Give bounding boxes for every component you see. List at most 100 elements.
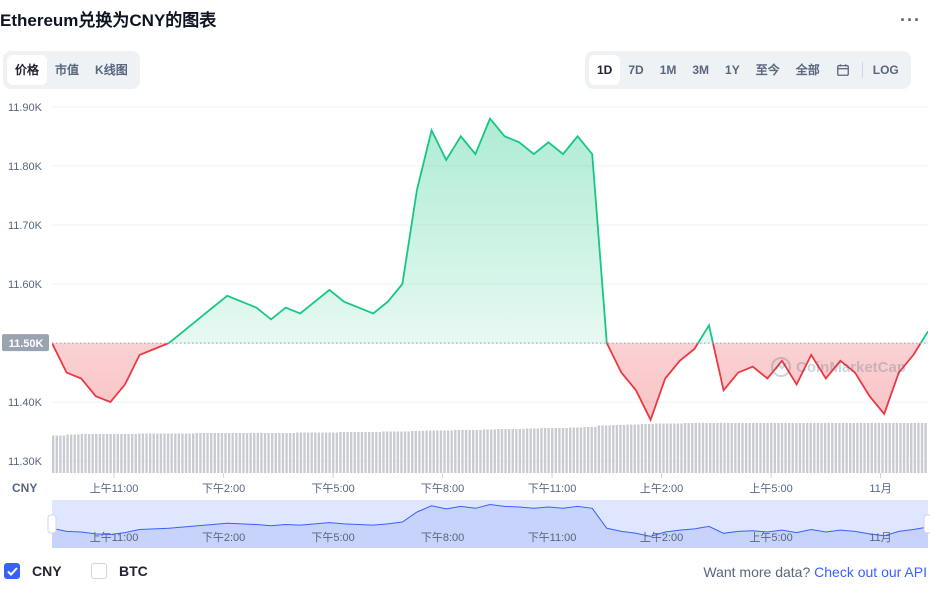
volume-bar — [317, 432, 321, 473]
volume-bar — [123, 434, 127, 473]
volume-bar — [73, 434, 76, 473]
api-link[interactable]: Check out our API — [814, 564, 927, 580]
volume-bar — [288, 433, 292, 473]
volume-bar — [357, 432, 360, 473]
tab-range-1d[interactable]: 1D — [589, 55, 621, 85]
price-chart[interactable]: 11.30K 11.40K 11.50K 11.60K 11.70K 11.80K 11.9… — [0, 95, 930, 555]
x-tick-label: 上午11:00 — [90, 482, 139, 495]
volume-bar — [378, 432, 382, 473]
volume-bar — [856, 423, 859, 473]
volume-bar — [795, 423, 798, 473]
x-tick-label: 下午11:00 — [528, 482, 577, 495]
volume-bar — [576, 427, 579, 473]
volume-bar — [665, 423, 669, 473]
volume-bar — [884, 423, 888, 473]
watermark: CoinMarketCap — [770, 356, 906, 378]
navigator-tick-label: 下午8:00 — [421, 531, 464, 544]
volume-bar — [680, 423, 683, 473]
volume-bar — [841, 423, 845, 473]
volume-bar — [177, 433, 181, 473]
volume-bar — [626, 424, 629, 473]
volume-bar — [278, 433, 281, 473]
tab-range-1y[interactable]: 1Y — [717, 55, 748, 85]
navigator-tick-label: 上午5:00 — [749, 531, 792, 544]
volume-bar — [231, 433, 234, 473]
volume-bar — [551, 428, 554, 473]
tab-range-ytd[interactable]: 至今 — [748, 55, 788, 85]
legend-cny[interactable]: CNY — [4, 563, 62, 579]
api-promo: Want more data? Check out our API — [703, 564, 927, 580]
volume-bar — [852, 423, 855, 473]
volume-bar — [608, 425, 611, 473]
volume-bar — [612, 425, 615, 473]
volume-bar — [730, 423, 733, 473]
navigator-tick-label: 下午2:00 — [202, 531, 245, 544]
tab-price[interactable]: 价格 — [7, 55, 48, 85]
volume-bar — [242, 433, 245, 473]
volume-bar — [303, 432, 306, 473]
volume-bar — [461, 430, 464, 473]
navigator-handle-right[interactable] — [923, 514, 930, 534]
legend-label-btc: BTC — [119, 563, 148, 579]
navigator-tick-label: 上午2:00 — [640, 531, 683, 544]
calendar-icon[interactable] — [828, 55, 858, 85]
volume-bar — [339, 432, 342, 473]
navigator-handle-left[interactable] — [47, 514, 57, 534]
volume-bar — [726, 423, 730, 473]
volume-bar — [256, 433, 260, 473]
volume-bar — [755, 423, 759, 473]
volume-bar — [565, 428, 568, 473]
volume-bar — [773, 423, 777, 473]
volume-bar — [371, 432, 374, 473]
range-tabs: 1D 7D 1M 3M 1Y 至今 全部 LOG — [585, 51, 911, 89]
volume-bar — [579, 427, 583, 473]
volume-bar — [874, 423, 877, 473]
tab-range-all[interactable]: 全部 — [788, 55, 828, 85]
volume-bar — [385, 431, 389, 473]
y-tick-label: 11.70K — [8, 220, 43, 232]
checkbox-unchecked-icon[interactable] — [91, 563, 107, 579]
log-scale-toggle[interactable]: LOG — [861, 62, 907, 78]
more-icon[interactable]: ··· — [900, 10, 921, 31]
volume-bar — [411, 431, 414, 473]
volume-bar — [493, 429, 496, 473]
y-tick-label: 11.30K — [8, 456, 43, 468]
volume-bar — [145, 433, 148, 473]
volume-bar — [328, 432, 331, 473]
tab-range-7d[interactable]: 7D — [620, 55, 651, 85]
volume-bar — [518, 429, 522, 473]
volume-bar — [192, 433, 195, 473]
volume-bar — [694, 423, 698, 473]
volume-bar — [174, 433, 177, 473]
volume-bar — [759, 423, 762, 473]
tab-candlestick[interactable]: K线图 — [87, 55, 136, 85]
volume-bar — [443, 430, 446, 473]
volume-bar — [924, 423, 927, 473]
tab-range-3m[interactable]: 3M — [684, 55, 717, 85]
volume-bar — [547, 428, 550, 473]
volume-bar — [515, 429, 518, 473]
volume-bar — [737, 423, 741, 473]
volume-bar — [601, 425, 604, 473]
volume-bar — [396, 431, 400, 473]
tab-market-cap[interactable]: 市值 — [47, 55, 87, 85]
volume-bar — [253, 433, 256, 473]
volume-bar — [217, 433, 220, 473]
volume-bar — [888, 423, 891, 473]
volume-bar — [156, 433, 159, 473]
volume-bar — [561, 428, 565, 473]
volume-bar — [91, 434, 94, 473]
tab-range-1m[interactable]: 1M — [652, 55, 685, 85]
volume-bar — [881, 423, 884, 473]
volume-bar — [403, 431, 407, 473]
volume-bar — [787, 423, 791, 473]
checkbox-checked-icon[interactable] — [4, 563, 20, 579]
volume-bar — [213, 433, 216, 473]
legend-btc[interactable]: BTC — [91, 563, 148, 579]
volume-bar — [590, 427, 593, 473]
volume-bar — [910, 423, 913, 473]
volume-bar — [902, 423, 906, 473]
volume-bar — [845, 423, 848, 473]
volume-bar — [820, 423, 823, 473]
volume-bar — [296, 432, 299, 473]
